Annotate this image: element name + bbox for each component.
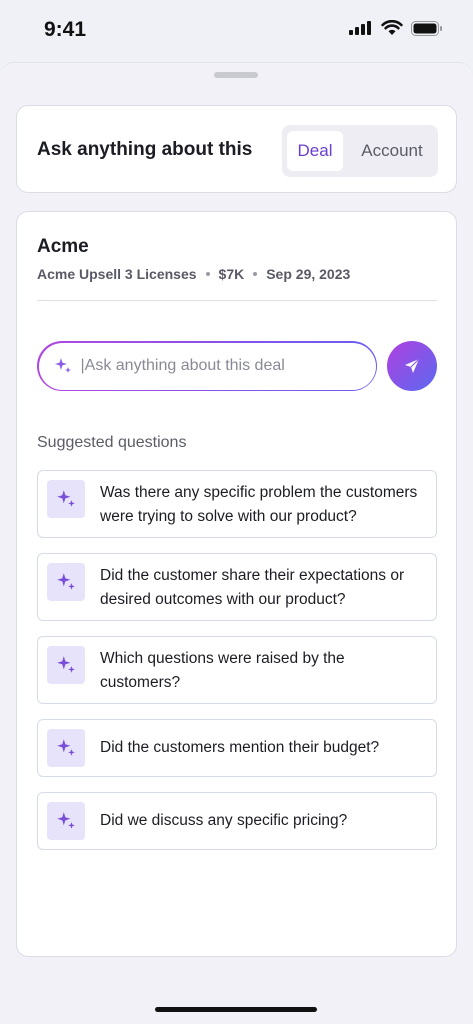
divider: [37, 300, 437, 301]
suggested-question-item[interactable]: Was there any specific problem the custo…: [37, 470, 437, 538]
suggested-question-item[interactable]: Did the customers mention their budget?: [37, 719, 437, 777]
status-bar: 9:41: [0, 0, 473, 60]
suggested-question-item[interactable]: Did we discuss any specific pricing?: [37, 792, 437, 850]
ask-title: Ask anything about this: [37, 139, 253, 160]
suggestion-sparkle-icon: [47, 646, 85, 684]
deal-meta: Acme Upsell 3 Licenses $7K Sep 29, 2023: [37, 266, 350, 282]
sparkle-icon: [54, 358, 71, 373]
suggested-question-item[interactable]: Did the customer share their expectation…: [37, 553, 437, 621]
wifi-icon: [381, 20, 403, 35]
suggestion-sparkle-icon: [47, 563, 85, 601]
suggested-question-text: Did the customer share their expectation…: [100, 567, 405, 608]
tab-deal[interactable]: Deal: [287, 131, 343, 171]
ask-input-wrapper: [37, 341, 377, 391]
sheet-grabber[interactable]: [214, 72, 258, 78]
meta-separator: [205, 272, 210, 276]
suggested-question-text: Did we discuss any specific pricing?: [100, 812, 348, 829]
deal-date: Sep 29, 2023: [266, 266, 351, 282]
signal-icon: [349, 21, 371, 35]
sparkle-icon: [57, 656, 75, 673]
battery-icon: [411, 20, 442, 36]
deal-name: Acme: [37, 236, 89, 257]
sparkle-icon: [57, 490, 75, 507]
sparkle-icon: [57, 739, 75, 756]
suggested-question-text: Was there any specific problem the custo…: [100, 484, 418, 525]
suggestion-sparkle-icon: [47, 729, 85, 767]
status-icons: [349, 20, 443, 36]
deal-opportunity: Acme Upsell 3 Licenses: [37, 266, 197, 282]
status-time: 9:41: [44, 18, 87, 41]
suggested-question-item[interactable]: Which questions were raised by the custo…: [37, 636, 437, 704]
home-indicator[interactable]: [155, 1007, 317, 1012]
sparkle-icon: [57, 573, 75, 590]
ask-input-field: [38, 342, 376, 390]
suggested-question-text: Which questions were raised by the custo…: [100, 650, 345, 691]
send-button[interactable]: [387, 341, 437, 391]
suggestion-sparkle-icon: [47, 480, 85, 518]
sparkle-icon: [57, 812, 75, 829]
context-toggle: Deal Account: [282, 125, 438, 177]
meta-separator: [253, 272, 258, 276]
bottom-sheet: Ask anything about this Deal Account Acm…: [0, 62, 473, 1024]
suggestion-sparkle-icon: [47, 802, 85, 840]
tab-account[interactable]: Account: [350, 131, 434, 171]
deal-amount: $7K: [218, 266, 245, 282]
ask-card: Ask anything about this Deal Account: [16, 105, 457, 193]
ask-input[interactable]: [80, 357, 351, 375]
deal-card: Acme Acme Upsell 3 Licenses $7K Sep 29, …: [16, 211, 457, 957]
suggested-question-text: Did the customers mention their budget?: [100, 739, 380, 756]
send-icon: [405, 358, 420, 373]
suggested-questions-title: Suggested questions: [37, 434, 187, 451]
